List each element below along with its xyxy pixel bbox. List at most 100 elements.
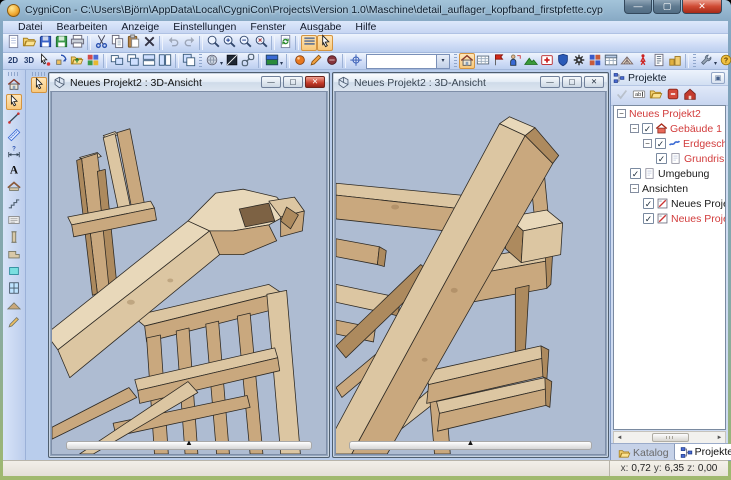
2d-button[interactable]: 2D (5, 53, 21, 69)
view-rotation-slider-right[interactable]: ▲ (349, 441, 591, 450)
house-button[interactable] (459, 53, 475, 69)
room-button[interactable] (6, 264, 22, 280)
redo-button[interactable] (181, 35, 197, 51)
list-button[interactable] (301, 35, 317, 51)
view-rotation-slider-left[interactable]: ▲ (66, 441, 313, 450)
tree-item-erdgeschos[interactable]: −✓Erdgeschos (614, 136, 725, 151)
viewport-3d-right[interactable]: ▲ (335, 91, 606, 455)
copy-button[interactable] (109, 35, 125, 51)
chevron-down-icon[interactable]: ▾ (280, 60, 283, 67)
tab-projekte[interactable]: Projekte (674, 444, 731, 461)
medical-button[interactable] (539, 53, 555, 69)
win-cascade-button[interactable] (125, 53, 141, 69)
tree-checkbox[interactable]: ✓ (642, 123, 653, 134)
maximize-button[interactable]: ▢ (653, 0, 681, 14)
roof2-button[interactable] (6, 298, 22, 314)
gear-button[interactable] (571, 53, 587, 69)
scrollbar-thumb[interactable] (652, 433, 690, 442)
toolbar-grip[interactable] (454, 54, 457, 69)
mdi-right-close-button[interactable]: ✕ (584, 76, 604, 88)
mdi-window-left[interactable]: Neues Projekt2 : 3D-Ansicht — ▢ ✕ (48, 72, 330, 458)
toolbar-grip[interactable] (199, 54, 202, 69)
mdi-window-left-titlebar[interactable]: Neues Projekt2 : 3D-Ansicht — ▢ ✕ (50, 74, 328, 92)
stairs-button[interactable] (6, 196, 22, 212)
line-button[interactable] (6, 111, 22, 127)
mdi-left-close-button[interactable]: ✕ (305, 76, 325, 88)
delete-button[interactable] (141, 35, 157, 51)
slider-handle-icon[interactable]: ▲ (467, 439, 475, 447)
pointer-button[interactable] (6, 94, 22, 110)
menu-item-datei[interactable]: Datei (11, 21, 50, 33)
menu-item-ausgabe[interactable]: Ausgabe (293, 21, 348, 33)
terrain-button[interactable] (523, 53, 539, 69)
ball-orange-button[interactable] (292, 53, 308, 69)
layer-combobox[interactable]: ▾ (366, 54, 450, 69)
tree-expander-icon[interactable]: − (643, 139, 652, 148)
palette-button[interactable] (85, 53, 101, 69)
menu-item-fenster[interactable]: Fenster (243, 21, 293, 33)
measure-button[interactable] (6, 128, 22, 144)
board-button[interactable] (6, 213, 22, 229)
tree-item-neues-proje[interactable]: ✓Neues Proje (614, 196, 725, 211)
win-tile-v-button[interactable] (157, 53, 173, 69)
rotate-button[interactable] (53, 53, 69, 69)
win-copy-button[interactable] (181, 53, 197, 69)
tree-checkbox[interactable]: ✓ (655, 138, 666, 149)
contrast-button[interactable] (224, 53, 240, 69)
tree-checkbox[interactable]: ✓ (643, 198, 654, 209)
mdi-left-minimize-button[interactable]: — (261, 76, 281, 88)
menu-item-einstellungen[interactable]: Einstellungen (166, 21, 243, 33)
toolbar-grip[interactable] (8, 72, 20, 76)
3d-button[interactable]: 3D (21, 53, 37, 69)
panel-options-button[interactable]: ▣ (711, 72, 725, 84)
roof-button[interactable] (6, 179, 22, 195)
flag-button[interactable] (491, 53, 507, 69)
viewport-3d-left[interactable]: ▲ (51, 91, 327, 455)
tree-checkbox[interactable]: ✓ (643, 213, 654, 224)
folder-up-button[interactable] (69, 53, 85, 69)
tree-checkbox[interactable]: ✓ (656, 153, 667, 164)
truss-button[interactable] (619, 53, 635, 69)
new-button[interactable] (5, 35, 21, 51)
undo-button[interactable] (165, 35, 181, 51)
color-swatch-button[interactable] (264, 53, 280, 69)
scrollbar-track[interactable] (625, 432, 714, 443)
win-overlap-button[interactable] (109, 53, 125, 69)
scroll-left-icon[interactable]: ◄ (614, 435, 625, 441)
doc-button[interactable] (651, 53, 667, 69)
wall-button[interactable] (6, 247, 22, 263)
pencil-orange-button[interactable] (308, 53, 324, 69)
zoom-in-button[interactable] (221, 35, 237, 51)
save-green-button[interactable] (53, 35, 69, 51)
tree-item-geb-ude-1[interactable]: −✓Gebäude 1 (614, 121, 725, 136)
menu-item-hilfe[interactable]: Hilfe (348, 21, 383, 33)
mdi-right-minimize-button[interactable]: — (540, 76, 560, 88)
crosshair-button[interactable] (348, 53, 364, 69)
building-red-button[interactable] (682, 88, 698, 104)
column-button[interactable] (6, 230, 22, 246)
zoom-button[interactable] (205, 35, 221, 51)
toolbar-grip[interactable] (32, 72, 45, 76)
refresh-button[interactable] (277, 35, 293, 51)
win-tile-h-button[interactable] (141, 53, 157, 69)
tree-expander-icon[interactable]: − (617, 109, 626, 118)
tree-item-ansichten[interactable]: −Ansichten (614, 181, 725, 196)
select-button[interactable] (317, 35, 333, 51)
open-button[interactable] (21, 35, 37, 51)
dimension-button[interactable]: ? (6, 145, 22, 161)
walker-button[interactable] (635, 53, 651, 69)
delete-project-button[interactable] (665, 88, 681, 104)
mdi-window-right[interactable]: Neues Projekt2 : 3D-Ansicht — ▢ ✕ (332, 72, 609, 458)
tree-item-neues-proje[interactable]: ✓Neues Proje (614, 211, 725, 226)
open-button[interactable] (648, 88, 664, 104)
tree-item-umgebung[interactable]: ✓Umgebung (614, 166, 725, 181)
zoom-out-button[interactable] (237, 35, 253, 51)
tree-item-neues-projekt2[interactable]: −Neues Projekt2 (614, 106, 725, 121)
grid-button[interactable] (475, 53, 491, 69)
ball-dark-button[interactable] (324, 53, 340, 69)
close-button[interactable]: ✕ (682, 0, 722, 14)
rename-button[interactable]: ab (631, 88, 647, 104)
chevron-down-icon[interactable]: ▾ (714, 60, 717, 67)
edit-points-button[interactable] (37, 53, 53, 69)
chevron-down-icon[interactable]: ▾ (220, 60, 223, 67)
